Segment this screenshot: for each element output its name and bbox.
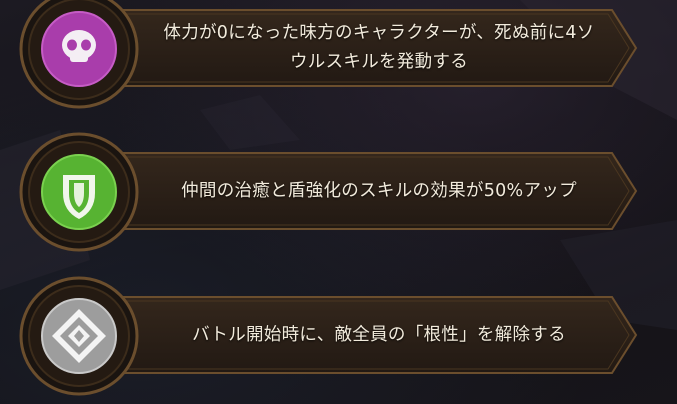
shield-icon	[19, 132, 139, 252]
skill-medallion-3	[18, 275, 140, 397]
skill-banner-1: 体力が0になった味方のキャラクターが、死ぬ前に4ソウルスキルを発動する	[76, 4, 644, 92]
skill-description: バトル開始時に、敵全員の「根性」を解除する	[192, 324, 566, 345]
skill-description: 体力が0になった味方のキャラクターが、死ぬ前に4ソウルスキルを発動する	[163, 23, 595, 72]
diamond-sigil-icon	[19, 276, 139, 396]
skill-banner-3: バトル開始時に、敵全員の「根性」を解除する	[76, 291, 644, 379]
skill-row-2: 仲間の治癒と盾強化のスキルの効果が50%アップ	[0, 131, 677, 253]
skill-description: 仲間の治癒と盾強化のスキルの効果が50%アップ	[181, 180, 577, 201]
skull-icon	[19, 0, 139, 109]
skill-row-3: バトル開始時に、敵全員の「根性」を解除する	[0, 275, 677, 397]
skill-medallion-1	[18, 0, 140, 110]
skill-medallion-2	[18, 131, 140, 253]
skill-banner-2: 仲間の治癒と盾強化のスキルの効果が50%アップ	[76, 147, 644, 235]
skill-row-1: 体力が0になった味方のキャラクターが、死ぬ前に4ソウルスキルを発動する	[0, 0, 677, 110]
